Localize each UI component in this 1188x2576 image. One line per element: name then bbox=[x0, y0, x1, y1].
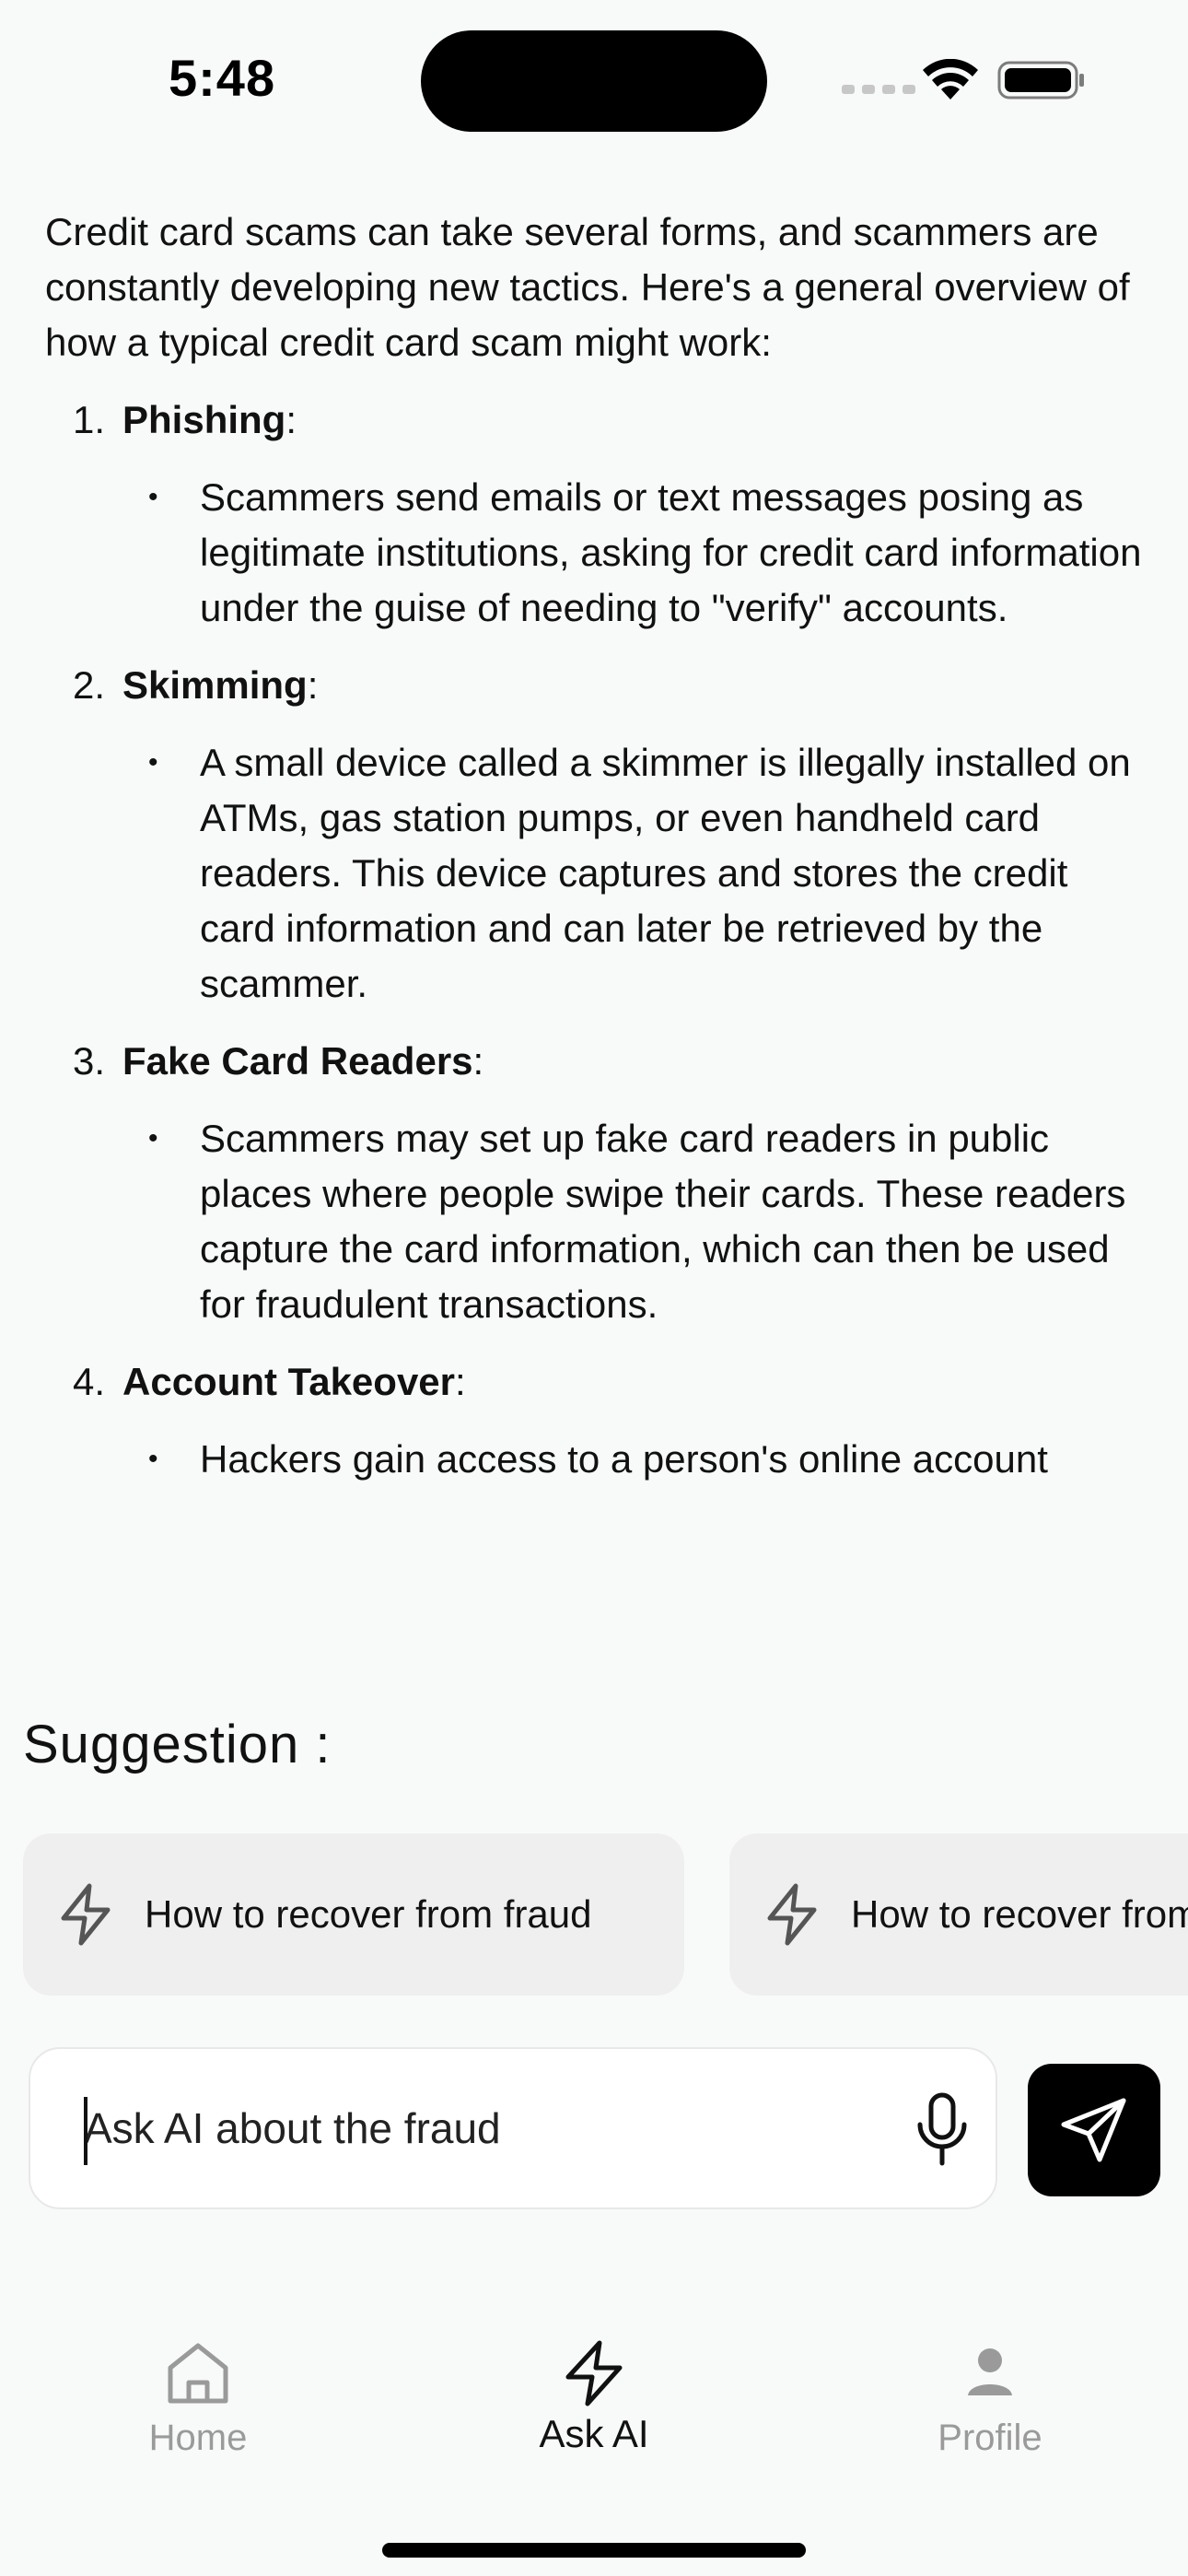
suggestion-chip[interactable]: How to recover from fraud bbox=[23, 1833, 684, 1996]
bullet-text: Hackers gain access to a person's online… bbox=[200, 1437, 1048, 1481]
item-suffix: : bbox=[285, 398, 297, 441]
item-heading: Fake Card Readers: bbox=[122, 1034, 1150, 1089]
dynamic-island bbox=[421, 30, 767, 132]
bullet-text: A small device called a skimmer is illeg… bbox=[200, 741, 1131, 1005]
lightning-icon bbox=[767, 1883, 817, 1946]
nav-profile-label: Profile bbox=[938, 2418, 1042, 2458]
item-suffix: : bbox=[455, 1360, 466, 1403]
answer-intro: Credit card scams can take several forms… bbox=[45, 210, 1130, 364]
answer-list: 1. Phishing: • Scammers send emails or t… bbox=[45, 392, 1150, 1487]
send-button[interactable] bbox=[1028, 2064, 1160, 2196]
item-heading: Skimming: bbox=[122, 658, 1150, 713]
nav-home[interactable]: Home bbox=[87, 2313, 309, 2478]
bottom-navigation: Home Ask AI Profile bbox=[0, 2313, 1188, 2515]
wifi-icon bbox=[923, 59, 978, 100]
item-title: Skimming bbox=[122, 663, 308, 707]
nav-ask-ai-label: Ask AI bbox=[539, 2412, 649, 2455]
item-title: Phishing bbox=[122, 398, 286, 441]
item-heading: Account Takeover: bbox=[122, 1354, 1150, 1410]
bullet-dot: • bbox=[148, 1123, 158, 1153]
microphone-icon[interactable] bbox=[905, 2090, 979, 2169]
battery-icon bbox=[997, 61, 1084, 100]
item-number: 3. bbox=[73, 1039, 106, 1083]
suggestion-chip[interactable]: How to recover from fraud bbox=[729, 1833, 1188, 1996]
bullet-text: Scammers send emails or text messages po… bbox=[200, 475, 1142, 629]
bullet-row: • A small device called a skimmer is ill… bbox=[122, 735, 1150, 1012]
ask-ai-input-container[interactable] bbox=[29, 2047, 997, 2209]
cellular-signal-icon bbox=[842, 85, 915, 94]
bullet-dot: • bbox=[148, 747, 158, 778]
nav-ask-ai[interactable]: Ask AI bbox=[483, 2313, 705, 2478]
item-suffix: : bbox=[307, 663, 319, 707]
bullet-row: • Scammers send emails or text messages … bbox=[122, 470, 1150, 636]
suggestion-list[interactable]: How to recover from fraud How to recover… bbox=[23, 1833, 1188, 1996]
home-icon bbox=[168, 2343, 228, 2404]
suggestion-title: Suggestion : bbox=[23, 1715, 332, 1774]
item-number: 4. bbox=[73, 1360, 106, 1403]
ai-answer: Credit card scams can take several forms… bbox=[45, 205, 1150, 1509]
answer-item: 2. Skimming: • A small device called a s… bbox=[45, 658, 1150, 1012]
suggestion-label: How to recover from fraud bbox=[145, 1892, 592, 1936]
item-number: 1. bbox=[73, 398, 106, 441]
item-title: Fake Card Readers bbox=[122, 1039, 473, 1083]
bullet-text: Scammers may set up fake card readers in… bbox=[200, 1117, 1126, 1326]
nav-profile[interactable]: Profile bbox=[879, 2313, 1101, 2478]
answer-item: 3. Fake Card Readers: • Scammers may set… bbox=[45, 1034, 1150, 1332]
lightning-icon bbox=[61, 1883, 111, 1946]
bullet-row: • Scammers may set up fake card readers … bbox=[122, 1111, 1150, 1332]
bullet-row: • Hackers gain access to a person's onli… bbox=[122, 1432, 1150, 1487]
text-caret bbox=[84, 2097, 87, 2165]
nav-home-label: Home bbox=[148, 2418, 248, 2458]
person-icon bbox=[968, 2348, 1012, 2395]
home-indicator bbox=[382, 2543, 806, 2558]
item-number: 2. bbox=[73, 663, 106, 707]
bullet-dot: • bbox=[148, 482, 158, 512]
lightning-icon bbox=[565, 2340, 623, 2406]
status-bar: 5:48 bbox=[0, 0, 1188, 166]
item-suffix: : bbox=[472, 1039, 484, 1083]
suggestion-label: How to recover from fraud bbox=[851, 1892, 1188, 1936]
send-icon bbox=[1061, 2098, 1126, 2162]
bullet-dot: • bbox=[148, 1444, 158, 1474]
ask-ai-input[interactable] bbox=[84, 2086, 894, 2171]
item-title: Account Takeover bbox=[122, 1360, 455, 1403]
status-time: 5:48 bbox=[169, 49, 276, 107]
item-heading: Phishing: bbox=[122, 392, 1150, 448]
answer-item: 1. Phishing: • Scammers send emails or t… bbox=[45, 392, 1150, 636]
answer-item: 4. Account Takeover: • Hackers gain acce… bbox=[45, 1354, 1150, 1487]
